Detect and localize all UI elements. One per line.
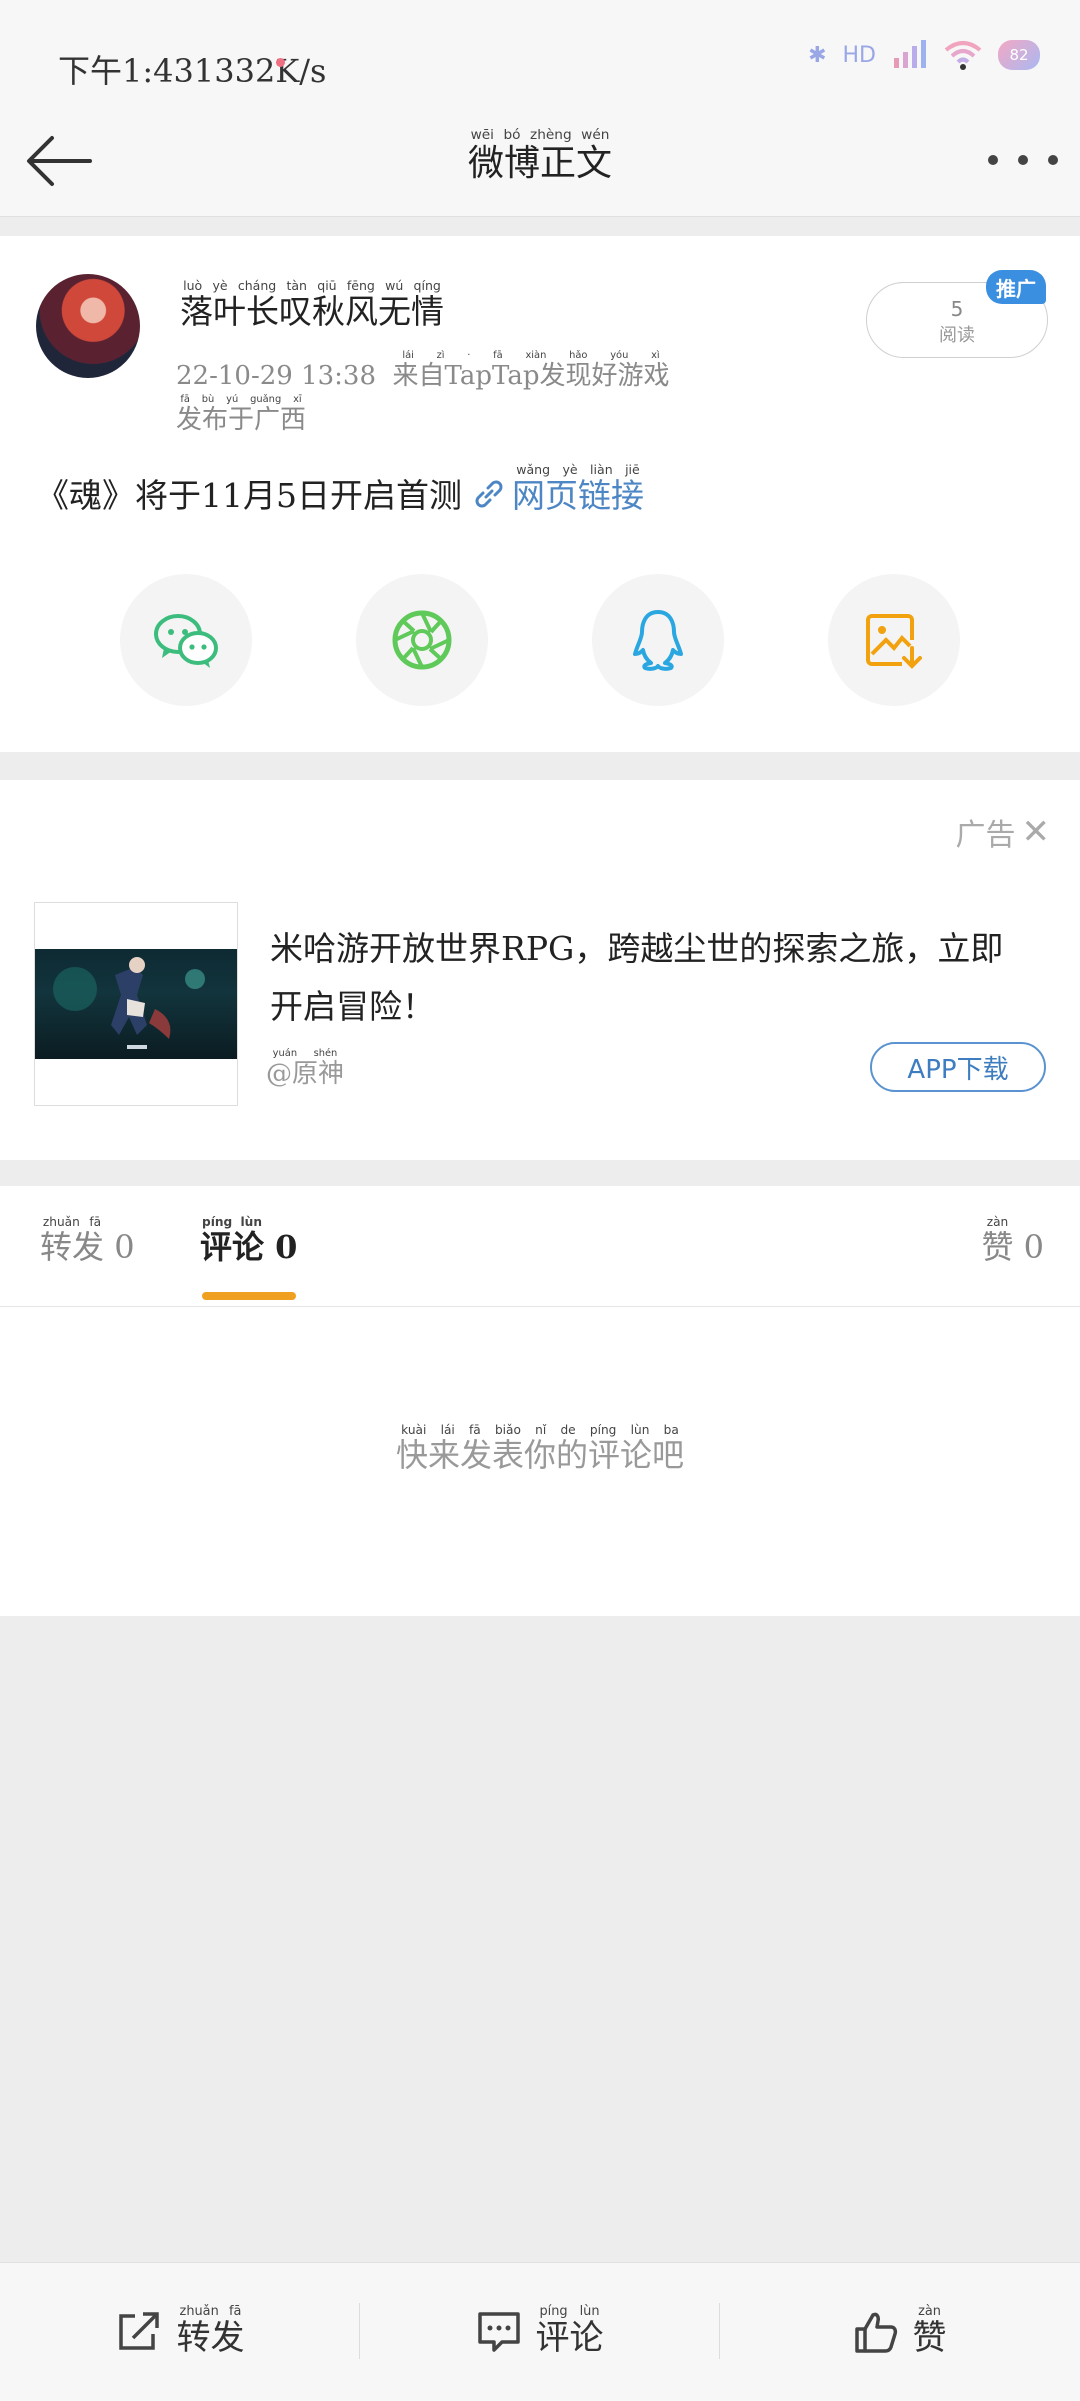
divider (0, 1306, 1080, 1307)
comment-bubble-icon (477, 2312, 520, 2352)
tab-reposts-count: 0 (114, 1228, 135, 1266)
bluetooth-icon: ✱ (808, 42, 827, 68)
empty-comments-pinyin: kuài lái fā biǎo nǐ de píng lùn ba (395, 1423, 684, 1437)
ad-card[interactable]: 广告 ✕ 米哈游开放世界RPG，跨越尘世的探索之旅，立即开启冒险！ @原神yuá… (0, 780, 1080, 1160)
more-options-button[interactable] (988, 140, 1058, 180)
comment-label: 评论 (535, 2318, 604, 2358)
status-bar: 下午1:431332K/s ✱ HD 82 (0, 0, 1080, 110)
ad-image (35, 949, 237, 1059)
post-location: 发布于广西fā bù yú guǎng xī (176, 394, 306, 436)
tab-likes-count: 0 (1023, 1228, 1044, 1266)
close-icon[interactable]: ✕ (1022, 812, 1051, 852)
game-character-illustration (53, 957, 205, 1049)
battery-level: 82 (1009, 46, 1029, 64)
ad-label-text: 广告 (955, 818, 1016, 853)
save-image-button[interactable] (828, 574, 960, 706)
ad-source-pinyin: yuán shén (266, 1048, 344, 1059)
signal-icon (894, 40, 926, 68)
nav-bar: 微博正文wēi bó zhèng wén (0, 110, 1080, 217)
post-timestamp: 22-10-29 13:38 (176, 361, 377, 391)
link-icon[interactable] (472, 477, 506, 519)
page-title-text: 微博正文 (467, 143, 612, 184)
bottom-action-bar: 转发zhuǎn fā 评论píng lùn 赞zàn (0, 2262, 1080, 2401)
status-icons: ✱ HD 82 (808, 40, 1040, 70)
dot-icon (1048, 155, 1058, 165)
tab-likes-label: 赞 (981, 1228, 1014, 1266)
hd-icon: HD (842, 42, 876, 68)
empty-comments-message: 快来发表你的评论吧kuài lái fā biǎo nǐ de píng lùn… (0, 1423, 1080, 1476)
battery-icon: 82 (998, 40, 1040, 70)
app-download-button[interactable]: APP下载 (870, 1042, 1046, 1092)
ad-headline: 米哈游开放世界RPG，跨越尘世的探索之旅，立即开启冒险！ (270, 929, 1004, 1026)
post-body-text: 《魂》将于11月5日开启首测 (36, 476, 462, 515)
share-arrow-icon (118, 2312, 159, 2350)
web-link-text: 网页链接 (512, 476, 644, 515)
tab-comments[interactable]: 评论píng lùn 0 (200, 1215, 298, 1268)
status-time: 下午1:431332K/s (58, 46, 326, 92)
share-qq-button[interactable] (592, 574, 724, 706)
repost-button[interactable]: 转发zhuǎn fā (0, 2263, 359, 2401)
like-pinyin: zàn (912, 2304, 947, 2319)
ad-thumbnail[interactable] (34, 902, 238, 1106)
tab-comments-count: 0 (275, 1228, 298, 1266)
comment-pinyin: píng lùn (535, 2304, 604, 2319)
ad-label: 广告 ✕ (956, 810, 1051, 854)
network-speed: 1332K/s (193, 52, 327, 90)
tab-reposts-label: 转发 (40, 1228, 105, 1266)
tab-comments-pinyin: píng lùn (200, 1215, 265, 1229)
tab-reposts[interactable]: 转发zhuǎn fā 0 (40, 1215, 135, 1268)
repost-pinyin: zhuǎn fā (176, 2304, 245, 2319)
aperture-icon (392, 610, 452, 670)
qq-penguin-icon (633, 610, 683, 671)
post-location-pinyin: fā bù yú guǎng xī (176, 394, 307, 405)
thumbs-up-icon (854, 2312, 897, 2353)
wechat-icon (154, 614, 218, 668)
page-title-pinyin: wēi bó zhèng wén (467, 127, 612, 143)
share-moments-button[interactable] (356, 574, 488, 706)
active-tab-indicator (202, 1292, 296, 1300)
avatar[interactable] (36, 274, 140, 378)
tab-likes-pinyin: zàn (981, 1215, 1014, 1229)
author-pinyin: luò yè cháng tàn qiū fēng wú qíng (180, 278, 444, 293)
promo-badge: 推广 (986, 270, 1046, 304)
wifi-icon (944, 41, 982, 70)
interactions-panel: 转发zhuǎn fā 0 评论píng lùn 0 赞zàn 0 快来发表你的评… (0, 1186, 1080, 1616)
comment-button[interactable]: 评论píng lùn (360, 2263, 719, 2401)
read-label: 阅读 (939, 325, 975, 346)
post-meta: 22-10-29 13:38 来自TapTap发现好游戏lái zì · fā … (176, 350, 669, 392)
ad-source: @原神yuán shén (266, 1048, 344, 1090)
author-name[interactable]: 落叶长叹秋风无情luò yè cháng tàn qiū fēng wú qín… (180, 278, 444, 333)
post-source: 来自TapTap发现好游戏 (392, 361, 670, 391)
like-label: 赞 (912, 2318, 947, 2358)
notification-dot (276, 58, 285, 67)
author-name-text: 落叶长叹秋风无情 (180, 292, 444, 331)
repost-label: 转发 (176, 2318, 245, 2358)
ad-source-text: @原神 (266, 1059, 345, 1089)
image-download-icon (866, 614, 922, 669)
dot-icon (1018, 155, 1028, 165)
tab-reposts-pinyin: zhuǎn fā (40, 1215, 104, 1229)
tab-comments-label: 评论 (200, 1228, 265, 1266)
like-button[interactable]: 赞zàn (720, 2263, 1079, 2401)
page-title: 微博正文wēi bó zhèng wén (0, 127, 1080, 186)
status-clock: 下午1:43 (58, 52, 194, 90)
web-link[interactable]: 网页链接wǎng yè liàn jiē (512, 462, 644, 515)
post-source-pinyin: lái zì · fā xiàn hǎo yóu xì (392, 350, 670, 361)
post-location-text: 发布于广西 (176, 405, 307, 435)
dot-icon (988, 155, 998, 165)
post-body: 《魂》将于11月5日开启首测 网页链接wǎng yè liàn jiē (36, 462, 644, 519)
web-link-pinyin: wǎng yè liàn jiē (512, 462, 644, 477)
share-wechat-button[interactable] (120, 574, 252, 706)
empty-comments-text: 快来发表你的评论吧 (395, 1436, 684, 1474)
tab-likes[interactable]: 赞zàn 0 (981, 1215, 1044, 1268)
